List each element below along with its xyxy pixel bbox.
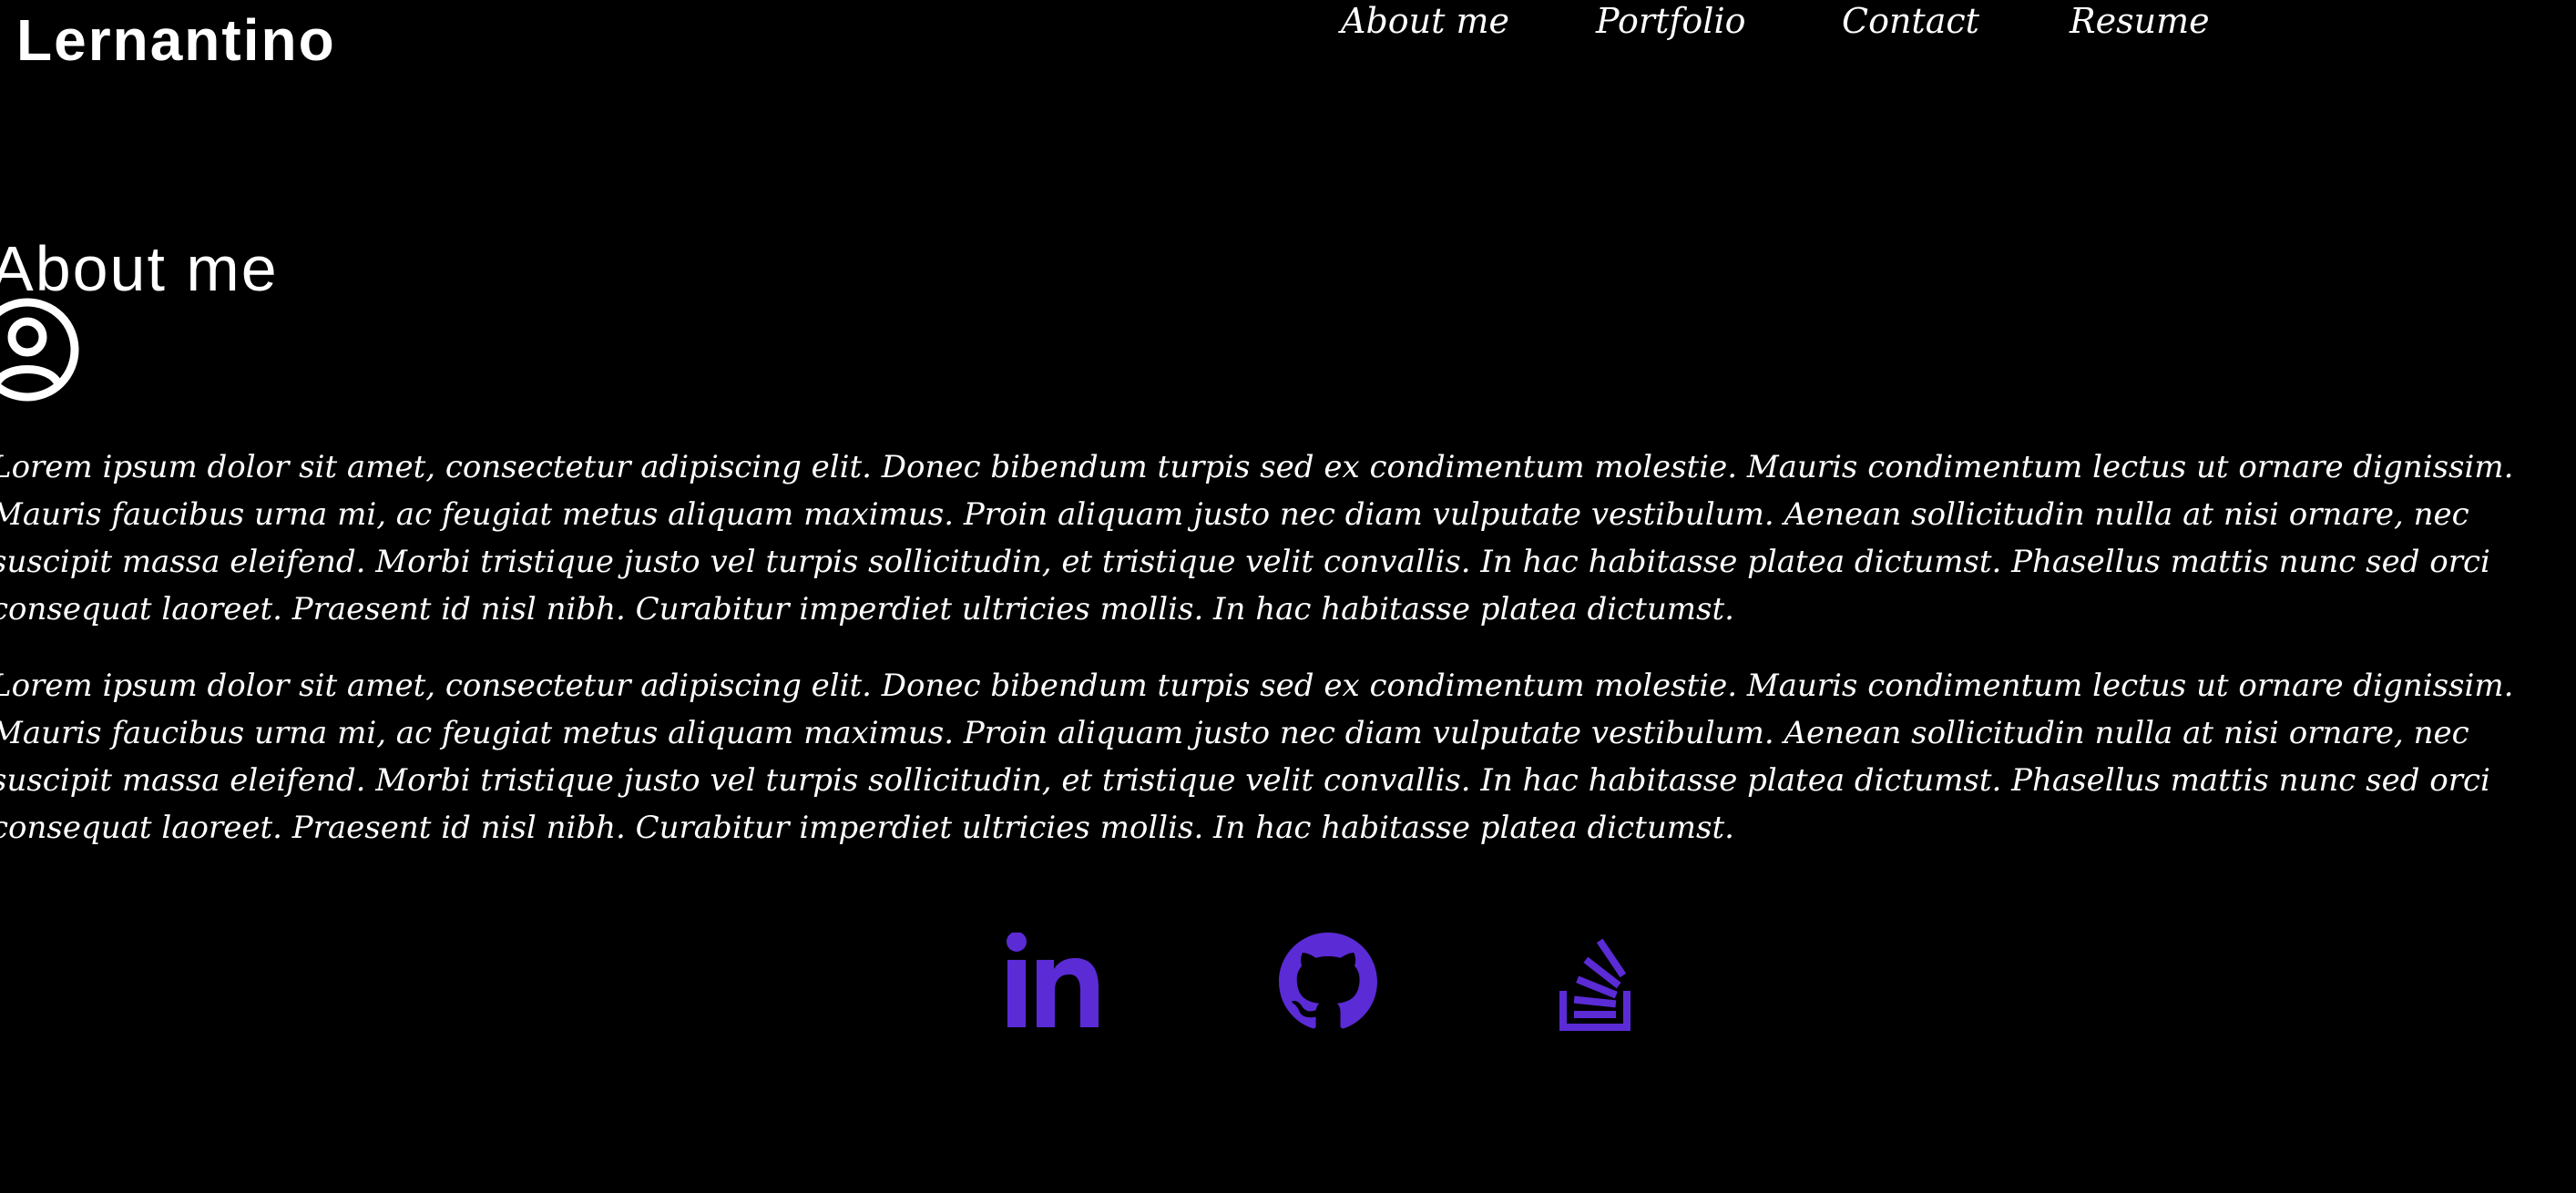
paragraph-line: suscipit massa eleifend. Morbi tristique… — [0, 544, 2490, 580]
nav-portfolio[interactable]: Portfolio — [1596, 0, 1745, 42]
github-link[interactable] — [1279, 933, 1377, 1042]
nav-about-me[interactable]: About me — [1341, 0, 1509, 42]
about-paragraph: Lorem ipsum dolor sit amet, consectetur … — [0, 444, 2576, 633]
stackoverflow-icon[interactable] — [1558, 933, 1634, 1033]
nav-contact[interactable]: Contact — [1842, 0, 1979, 42]
linkedin-icon[interactable] — [1006, 933, 1100, 1031]
github-icon[interactable] — [1279, 933, 1377, 1031]
paragraph-line: consequat laoreet. Praesent id nisl nibh… — [0, 591, 1734, 627]
site-brand[interactable]: Lernantino — [16, 4, 336, 76]
user-circle-icon — [0, 297, 80, 403]
paragraph-line: suscipit massa eleifend. Morbi tristique… — [0, 762, 2490, 799]
nav-resume[interactable]: Resume — [2070, 0, 2210, 42]
paragraph-line: Lorem ipsum dolor sit amet, consectetur … — [0, 449, 2514, 485]
paragraph-line: Lorem ipsum dolor sit amet, consectetur … — [0, 668, 2514, 704]
about-paragraph: Lorem ipsum dolor sit amet, consectetur … — [0, 662, 2576, 851]
paragraph-line: consequat laoreet. Praesent id nisl nibh… — [0, 810, 1734, 846]
paragraph-line: Mauris faucibus urna mi, ac feugiat metu… — [0, 715, 2469, 751]
paragraph-line: Mauris faucibus urna mi, ac feugiat metu… — [0, 496, 2469, 533]
linkedin-link[interactable] — [1006, 933, 1100, 1042]
stackoverflow-link[interactable] — [1558, 933, 1634, 1042]
